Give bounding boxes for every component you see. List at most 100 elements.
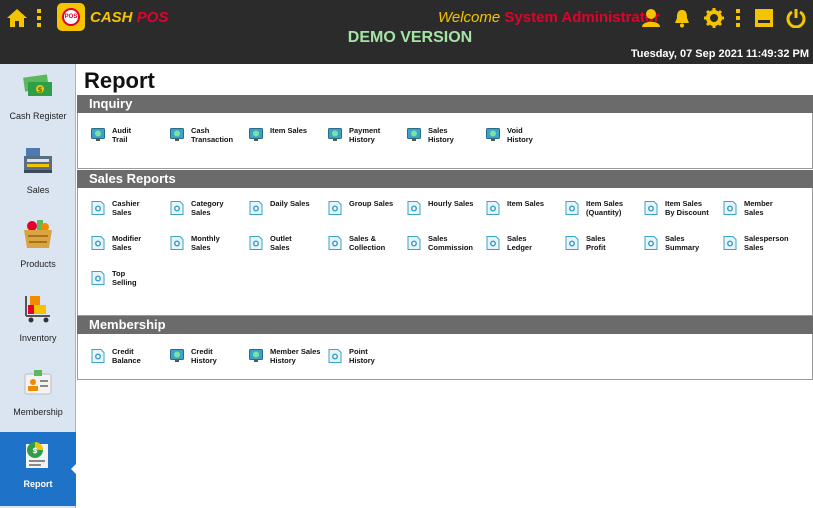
sidebar-item-label: Report xyxy=(23,479,53,489)
sidebar-item-products[interactable]: Products xyxy=(0,212,76,286)
document-report-icon xyxy=(170,201,184,215)
document-report-icon xyxy=(723,201,737,215)
report-item-item-sales-by-discount[interactable]: Item Sales By Discount xyxy=(644,199,722,227)
document-report-icon xyxy=(91,236,105,250)
report-item-audit-trail[interactable]: Audit Trail xyxy=(91,126,169,154)
top-bar: POS CASH POS Welcome System Administrato… xyxy=(0,0,813,64)
report-item-modifier-sales[interactable]: Modifier Sales xyxy=(91,234,169,262)
report-item-label: Sales & Collection xyxy=(349,234,386,252)
monitor-report-icon xyxy=(249,349,263,363)
sidebar: $ Cash Register Sales Products Inventory… xyxy=(0,64,76,508)
monitor-report-icon xyxy=(91,128,105,142)
document-report-icon xyxy=(407,201,421,215)
report-item-top-selling[interactable]: Top Selling xyxy=(91,269,169,297)
brand-name: CASH POS xyxy=(90,9,169,26)
sidebar-item-sales[interactable]: Sales xyxy=(0,138,76,212)
cash-register-icon: $ xyxy=(22,70,54,102)
menu-dots-icon[interactable] xyxy=(733,7,743,29)
report-item-label: Sales History xyxy=(428,126,454,144)
report-item-label: Member Sales History xyxy=(270,347,321,365)
monitor-report-icon xyxy=(486,128,500,142)
sales-register-icon xyxy=(22,144,54,176)
report-item-label: Sales Commission xyxy=(428,234,474,252)
bell-icon[interactable] xyxy=(671,7,693,29)
report-item-item-sales-quantity[interactable]: Item Sales (Quantity) xyxy=(565,199,643,227)
report-item-cashier-sales[interactable]: Cashier Sales xyxy=(91,199,169,227)
report-item-monthly-sales[interactable]: Monthly Sales xyxy=(170,234,248,262)
document-report-icon xyxy=(486,201,500,215)
sidebar-item-inventory[interactable]: Inventory xyxy=(0,286,76,360)
report-item-label: Outlet Sales xyxy=(270,234,292,252)
report-item-sales-summary[interactable]: Sales Summary xyxy=(644,234,722,262)
report-item-label: Point History xyxy=(349,347,375,365)
document-report-icon xyxy=(328,349,342,363)
report-item-payment-history[interactable]: Payment History xyxy=(328,126,406,154)
report-item-label: Sales Ledger xyxy=(507,234,533,252)
sidebar-item-cash-register[interactable]: $ Cash Register xyxy=(0,64,76,138)
menu-dots-icon[interactable] xyxy=(34,7,44,29)
report-icon: $ xyxy=(22,438,54,470)
report-item-member-sales-history[interactable]: Member Sales History xyxy=(249,347,327,375)
section-header-membership: Membership xyxy=(77,316,813,334)
report-item-sales-ledger[interactable]: Sales Ledger xyxy=(486,234,564,262)
report-item-label: Top Selling xyxy=(112,269,137,287)
document-report-icon xyxy=(170,236,184,250)
document-report-icon xyxy=(644,236,658,250)
document-report-icon xyxy=(644,201,658,215)
report-item-outlet-sales[interactable]: Outlet Sales xyxy=(249,234,327,262)
report-item-label: Sales Summary xyxy=(665,234,700,252)
document-report-icon xyxy=(486,236,500,250)
report-item-member-sales[interactable]: Member Sales xyxy=(723,199,801,227)
report-item-label: Credit History xyxy=(191,347,217,365)
report-item-item-sales[interactable]: Item Sales xyxy=(249,126,327,154)
report-item-item-sales[interactable]: Item Sales xyxy=(486,199,564,227)
report-item-label: Salesperson Sales xyxy=(744,234,789,252)
report-item-sales-commission[interactable]: Sales Commission xyxy=(407,234,485,262)
power-icon[interactable] xyxy=(785,7,807,29)
document-report-icon xyxy=(91,271,105,285)
report-item-label: Daily Sales xyxy=(270,199,310,208)
report-item-void-history[interactable]: Void History xyxy=(486,126,564,154)
report-item-cash-transaction[interactable]: Cash Transaction xyxy=(170,126,248,154)
sidebar-item-membership[interactable]: Membership xyxy=(0,360,76,434)
monitor-report-icon xyxy=(170,128,184,142)
report-item-credit-history[interactable]: Credit History xyxy=(170,347,248,375)
report-item-label: Item Sales xyxy=(507,199,545,208)
document-report-icon xyxy=(249,236,263,250)
report-item-group-sales[interactable]: Group Sales xyxy=(328,199,406,227)
report-item-sales-history[interactable]: Sales History xyxy=(407,126,485,154)
sidebar-item-label: Inventory xyxy=(19,333,57,343)
report-item-sales-profit[interactable]: Sales Profit xyxy=(565,234,643,262)
report-item-sales-collection[interactable]: Sales & Collection xyxy=(328,234,406,262)
demo-version-label: DEMO VERSION xyxy=(347,29,473,46)
report-item-point-history[interactable]: Point History xyxy=(328,347,406,375)
minimize-icon[interactable] xyxy=(753,7,775,29)
user-icon[interactable] xyxy=(640,7,662,29)
report-item-label: Item Sales (Quantity) xyxy=(586,199,624,217)
report-item-category-sales[interactable]: Category Sales xyxy=(170,199,248,227)
document-report-icon xyxy=(565,236,579,250)
svg-text:$: $ xyxy=(38,86,43,94)
section-header-inquiry: Inquiry xyxy=(77,95,813,113)
gear-icon[interactable] xyxy=(703,7,725,29)
user-name: System Administrator xyxy=(504,9,660,26)
report-item-label: Group Sales xyxy=(349,199,394,208)
sidebar-item-report[interactable]: $ Report xyxy=(0,432,76,506)
app-logo: POS xyxy=(57,3,85,31)
report-item-label: Cashier Sales xyxy=(112,199,140,217)
report-item-label: Item Sales xyxy=(270,126,308,135)
home-icon[interactable] xyxy=(6,7,28,29)
document-report-icon xyxy=(723,236,737,250)
report-item-salesperson-sales[interactable]: Salesperson Sales xyxy=(723,234,801,262)
report-item-credit-balance[interactable]: Credit Balance xyxy=(91,347,169,375)
monitor-report-icon xyxy=(170,349,184,363)
report-item-hourly-sales[interactable]: Hourly Sales xyxy=(407,199,485,227)
document-report-icon xyxy=(91,349,105,363)
active-caret xyxy=(71,464,76,474)
report-item-label: Item Sales By Discount xyxy=(665,199,709,217)
report-item-daily-sales[interactable]: Daily Sales xyxy=(249,199,327,227)
section-membership: Credit Balance Credit History Member Sales… xyxy=(77,334,813,380)
svg-text:$: $ xyxy=(32,446,38,455)
page-title: Report xyxy=(84,68,155,93)
report-item-label: Category Sales xyxy=(191,199,224,217)
